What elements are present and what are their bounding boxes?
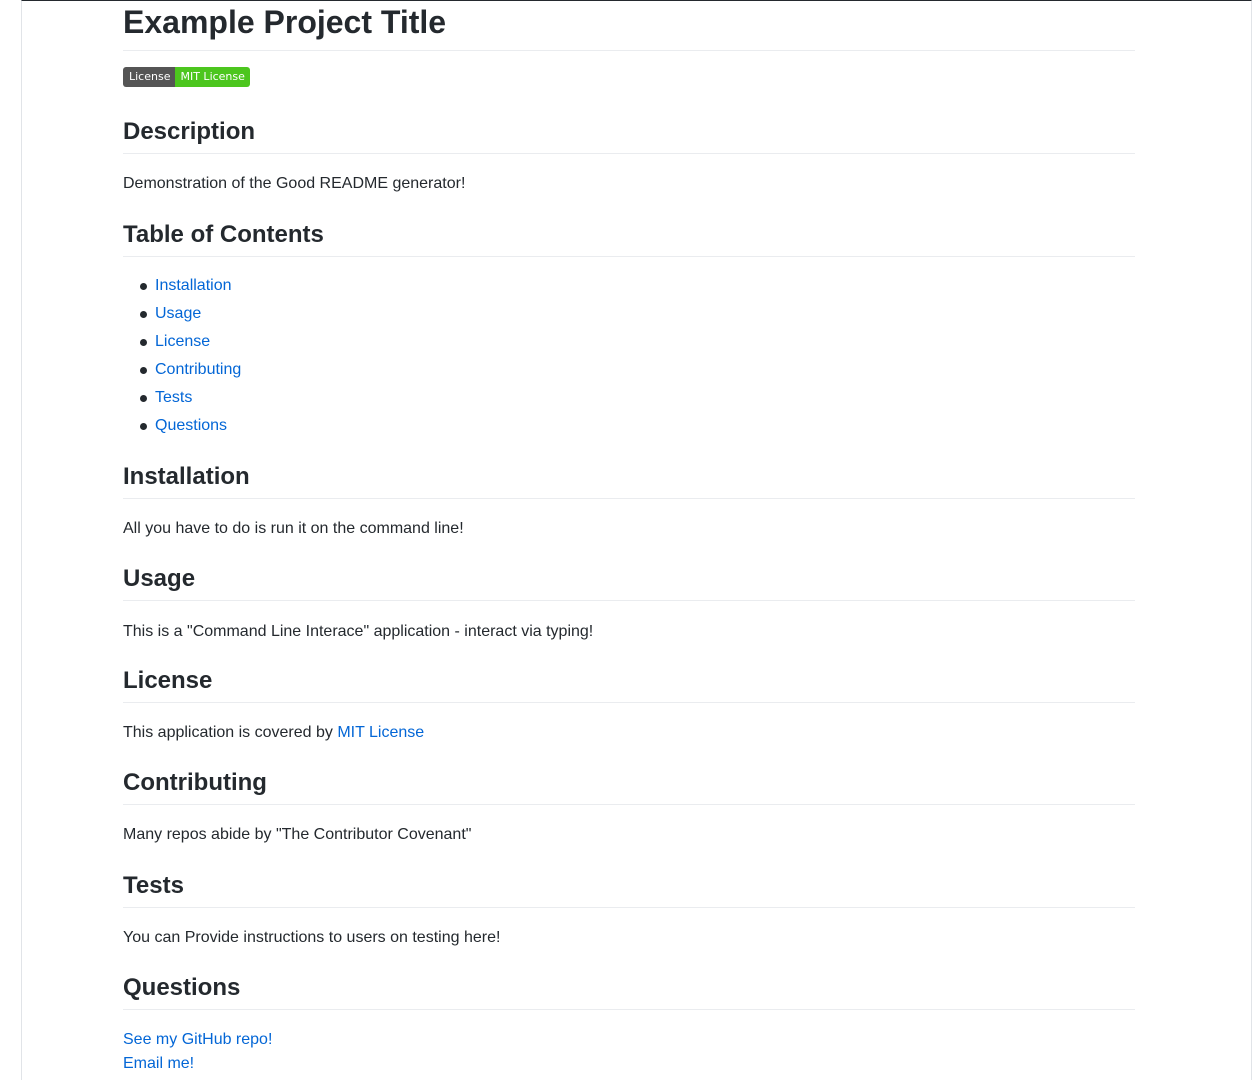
tests-heading: Tests (123, 871, 1135, 908)
list-item: Installation (123, 272, 1135, 300)
license-heading: License (123, 666, 1135, 703)
toc-link-questions[interactable]: Questions (155, 417, 227, 434)
contributing-text: Many repos abide by "The Contributor Cov… (123, 826, 472, 843)
license-link[interactable]: MIT License (337, 724, 424, 741)
license-badge-value: MIT License (175, 67, 250, 87)
list-item: Tests (123, 384, 1135, 412)
page-title: Example Project Title (123, 0, 1135, 51)
tests-text: You can Provide instructions to users on… (123, 929, 501, 946)
list-item: Usage (123, 300, 1135, 328)
toc-list: Installation Usage License Contributing … (123, 272, 1135, 440)
list-item: License (123, 328, 1135, 356)
toc-link-tests[interactable]: Tests (155, 389, 192, 406)
installation-heading: Installation (123, 462, 1135, 499)
license-badge-label: License (123, 67, 176, 87)
list-item: Contributing (123, 356, 1135, 384)
installation-text: All you have to do is run it on the comm… (123, 520, 464, 537)
email-link[interactable]: Email me! (123, 1055, 194, 1072)
toc-link-contributing[interactable]: Contributing (155, 361, 241, 378)
license-text: This application is covered by MIT Licen… (123, 721, 1135, 745)
license-badge[interactable]: License MIT License (123, 67, 250, 87)
toc-heading: Table of Contents (123, 220, 1135, 257)
description-heading: Description (123, 117, 1135, 154)
toc-link-installation[interactable]: Installation (155, 277, 232, 294)
questions-links: See my GitHub repo! Email me! (123, 1028, 1135, 1076)
questions-heading: Questions (123, 973, 1135, 1010)
list-item: Questions (123, 412, 1135, 440)
contributing-heading: Contributing (123, 768, 1135, 805)
description-text: Demonstration of the Good README generat… (123, 175, 466, 192)
github-link[interactable]: See my GitHub repo! (123, 1031, 272, 1048)
toc-link-license[interactable]: License (155, 333, 210, 350)
usage-heading: Usage (123, 564, 1135, 601)
license-text-prefix: This application is covered by (123, 724, 338, 741)
toc-link-usage[interactable]: Usage (155, 305, 201, 322)
usage-text: This is a "Command Line Interace" applic… (123, 623, 594, 640)
